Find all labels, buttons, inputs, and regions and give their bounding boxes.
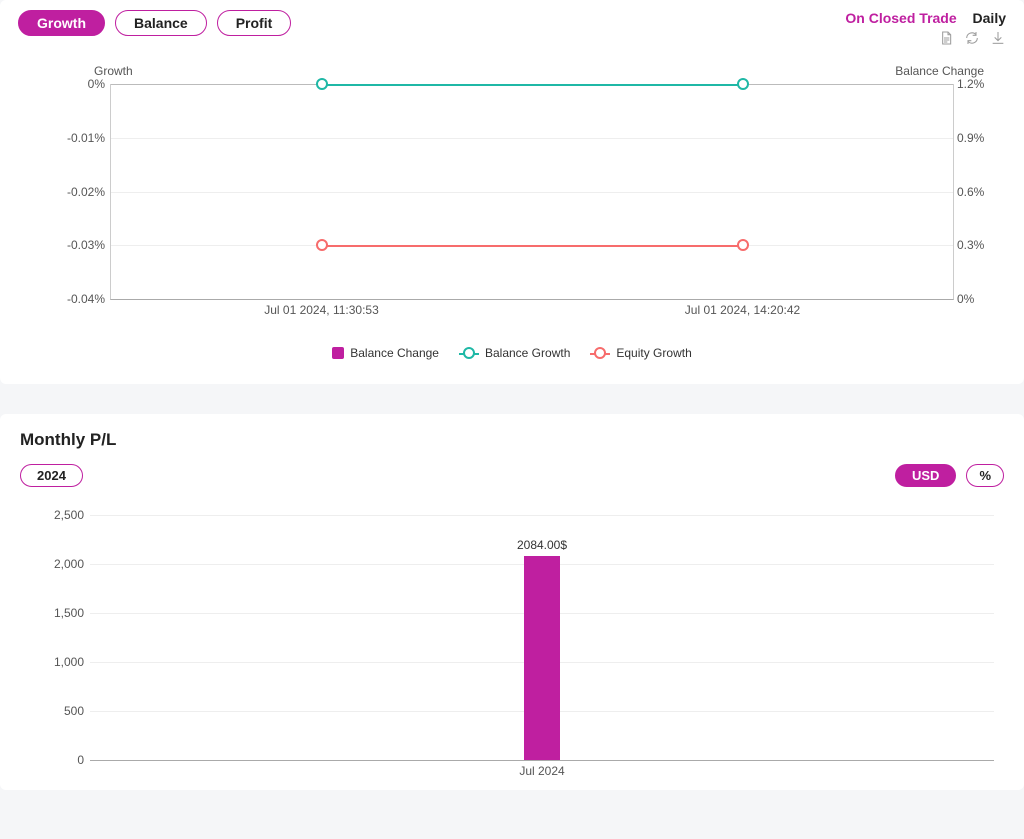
circle-line-icon [590,348,610,358]
y-tick: 500 [40,704,84,718]
y-right-tick: 0% [957,292,997,306]
bar-value-label: 2084.00$ [517,538,567,552]
toolbar-icons [845,30,1006,46]
y-tick: 2,500 [40,508,84,522]
download-icon[interactable] [990,30,1006,46]
y-right-tick: 0.6% [957,185,997,199]
document-icon[interactable] [938,30,954,46]
right-axis-title: Balance Change [895,64,984,78]
chart1-plot[interactable]: 0% -0.01% -0.02% -0.03% -0.04% 1.2% 0.9%… [110,84,954,300]
series-balance-growth [322,84,743,86]
chart2-plot[interactable]: 2,500 2,000 1,500 1,000 500 0 2084.00$ J… [90,515,994,761]
refresh-icon[interactable] [964,30,980,46]
gridline [111,192,953,193]
top-right: On Closed Trade Daily [845,10,1006,46]
y-left-tick: -0.01% [57,131,105,145]
y-tick: 0 [40,753,84,767]
y-left-tick: -0.02% [57,185,105,199]
legend-balance-change[interactable]: Balance Change [332,346,439,360]
legend-label: Balance Growth [485,346,570,360]
y-right-tick: 1.2% [957,77,997,91]
top-row: Growth Balance Profit On Closed Trade Da… [10,10,1014,46]
y-right-tick: 0.3% [957,238,997,252]
y-right-tick: 0.9% [957,131,997,145]
circle-line-icon [459,348,479,358]
growth-card: Growth Balance Profit On Closed Trade Da… [0,0,1024,384]
pl-controls: 2024 USD % [10,464,1014,487]
monthly-pl-card: Monthly P/L 2024 USD % 2,500 2,000 1,500… [0,414,1024,790]
y-left-tick: -0.04% [57,292,105,306]
marker-balance-growth[interactable] [737,78,749,90]
unit-usd-button[interactable]: USD [895,464,956,487]
gridline [90,515,994,516]
link-daily[interactable]: Daily [973,10,1006,26]
growth-chart: Growth Balance Change 0% -0.01% -0.02% -… [10,64,1014,364]
monthly-bar-chart: 2,500 2,000 1,500 1,000 500 0 2084.00$ J… [10,505,1014,785]
marker-equity-growth[interactable] [737,239,749,251]
y-tick: 1,000 [40,655,84,669]
y-tick: 1,500 [40,606,84,620]
link-on-closed-trade[interactable]: On Closed Trade [845,10,956,26]
x-tick: Jul 2024 [519,764,564,778]
y-tick: 2,000 [40,557,84,571]
metric-tabs: Growth Balance Profit [18,10,291,36]
tab-growth[interactable]: Growth [18,10,105,36]
chart1-legend: Balance Change Balance Growth Equity Gro… [10,346,1014,360]
legend-label: Balance Change [350,346,439,360]
legend-equity-growth[interactable]: Equity Growth [590,346,691,360]
bar-jul-2024[interactable]: 2084.00$ [524,556,560,760]
unit-percent-button[interactable]: % [966,464,1004,487]
legend-balance-growth[interactable]: Balance Growth [459,346,570,360]
section-title: Monthly P/L [20,430,1014,450]
left-axis-title: Growth [94,64,133,78]
series-equity-growth [322,245,743,247]
marker-balance-growth[interactable] [316,78,328,90]
y-left-tick: -0.03% [57,238,105,252]
x-tick: Jul 01 2024, 11:30:53 [264,303,379,317]
year-selector[interactable]: 2024 [20,464,83,487]
legend-label: Equity Growth [616,346,691,360]
gridline [111,138,953,139]
x-tick: Jul 01 2024, 14:20:42 [685,303,800,317]
marker-equity-growth[interactable] [316,239,328,251]
square-icon [332,347,344,359]
tab-profit[interactable]: Profit [217,10,292,36]
y-left-tick: 0% [57,77,105,91]
tab-balance[interactable]: Balance [115,10,207,36]
